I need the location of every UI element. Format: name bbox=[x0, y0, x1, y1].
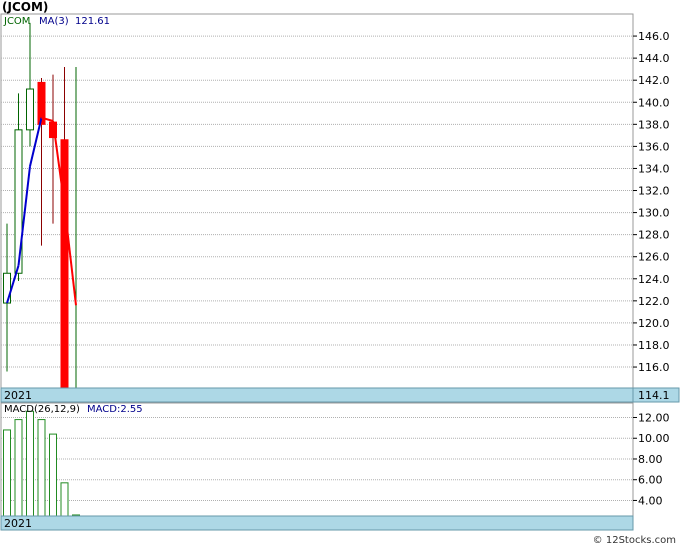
legend-ma-value: 121.61 bbox=[75, 16, 110, 27]
legend-ma-label: MA(3) bbox=[39, 16, 69, 27]
candle-body-up bbox=[3, 272, 11, 304]
candle-body-down bbox=[60, 139, 69, 389]
macd-legend-value: MACD:2.55 bbox=[87, 404, 143, 415]
price-tick-label: 120.0 bbox=[638, 317, 670, 330]
price-tick-label: 124.0 bbox=[638, 273, 670, 286]
price-year-label: 2021 bbox=[4, 389, 32, 402]
macd-tick-label: 4.00 bbox=[638, 494, 663, 507]
macd-bar bbox=[49, 433, 57, 517]
macd-date-band bbox=[0, 515, 634, 531]
macd-tick-label: 8.00 bbox=[638, 453, 663, 466]
watermark: © 12Stocks.com bbox=[593, 535, 676, 546]
macd-tick-label: 6.00 bbox=[638, 474, 663, 487]
candle-body-up bbox=[26, 88, 34, 131]
price-tick-label: 126.0 bbox=[638, 251, 670, 264]
price-tick-label: 140.0 bbox=[638, 96, 670, 109]
macd-tick-label: 10.00 bbox=[638, 432, 670, 445]
price-axis: 116.0 118.0 120.0 122.0 124.0 126.0 128.0 130.0… bbox=[633, 30, 670, 374]
price-tick-label: 118.0 bbox=[638, 339, 670, 352]
price-tick-label: 142.0 bbox=[638, 74, 670, 87]
chart-title: (JCOM) bbox=[2, 0, 48, 14]
macd-tick-label: 12.00 bbox=[638, 412, 670, 425]
price-tick-label: 130.0 bbox=[638, 207, 670, 220]
macd-axis: 4.00 6.00 8.00 10.00 12.00 bbox=[633, 412, 670, 507]
price-tick-label: 146.0 bbox=[638, 30, 670, 43]
macd-panel bbox=[0, 402, 634, 517]
stock-chart: (JCOM) 116.0 118.0 120.0 122.0 124.0 126.0 128… bbox=[0, 0, 680, 546]
price-tick-label: 122.0 bbox=[638, 295, 670, 308]
macd-bar bbox=[26, 410, 34, 517]
price-tick-label: 138.0 bbox=[638, 118, 670, 131]
price-tick-label: 136.0 bbox=[638, 140, 670, 153]
macd-legend-label: MACD(26,12,9) bbox=[4, 404, 80, 415]
price-panel bbox=[0, 13, 634, 389]
price-date-band bbox=[0, 387, 634, 403]
macd-bar bbox=[3, 429, 11, 517]
price-tick-label: 116.0 bbox=[638, 361, 670, 374]
legend-symbol: JCOM bbox=[3, 16, 30, 27]
macd-bar bbox=[37, 419, 46, 517]
price-tick-label: 128.0 bbox=[638, 229, 670, 242]
macd-bar bbox=[14, 419, 23, 517]
macd-year-label: 2021 bbox=[4, 517, 32, 530]
last-price-label: 114.1 bbox=[638, 389, 670, 402]
price-tick-label: 132.0 bbox=[638, 185, 670, 198]
macd-bar bbox=[60, 482, 69, 517]
price-tick-label: 144.0 bbox=[638, 52, 670, 65]
price-tick-label: 134.0 bbox=[638, 162, 670, 175]
